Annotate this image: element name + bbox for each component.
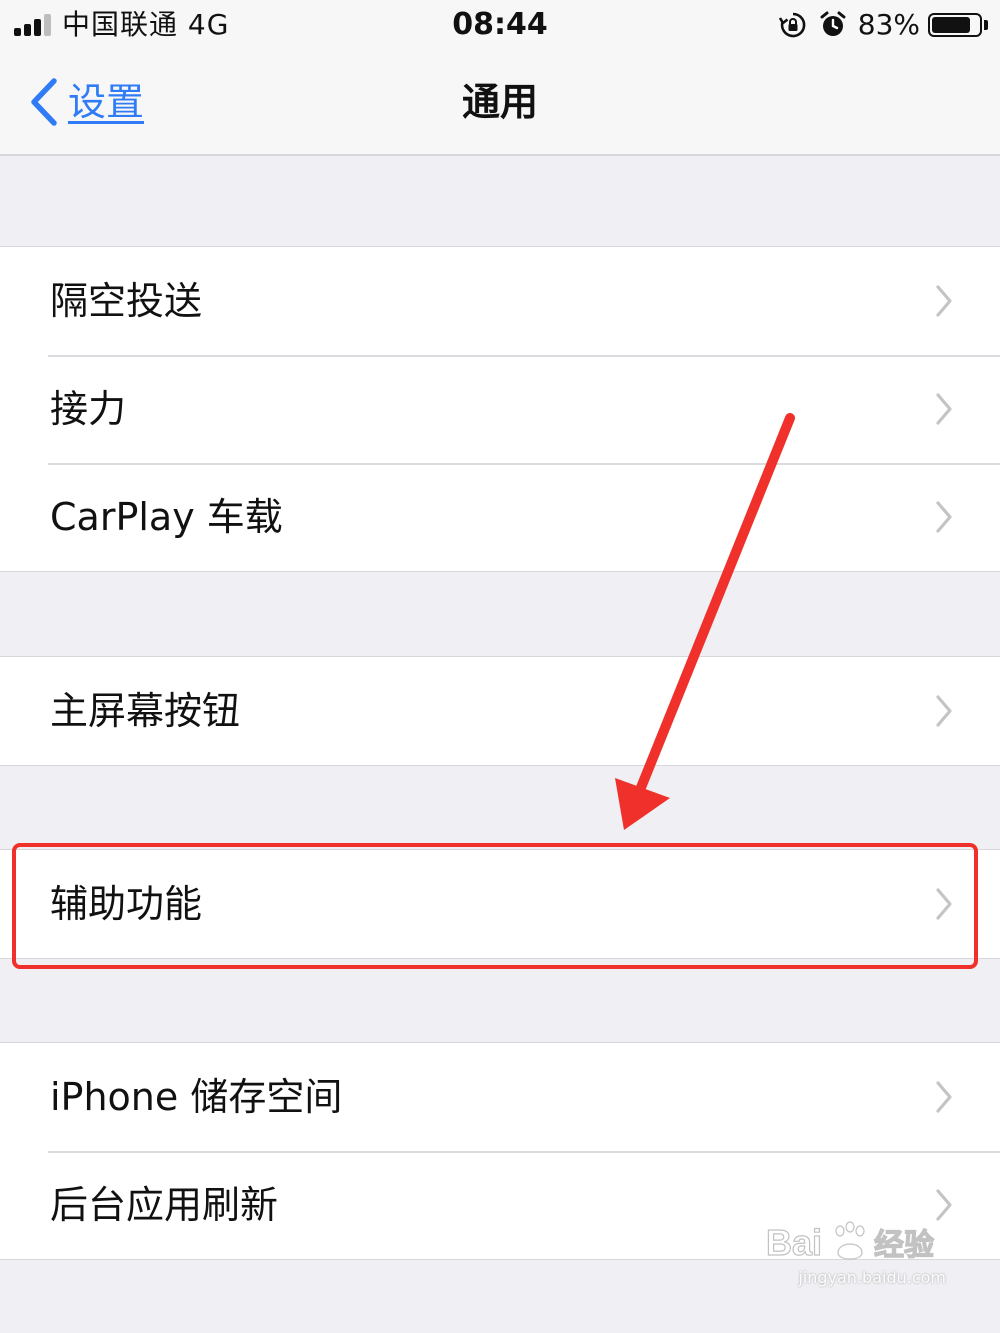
- settings-row-home-button[interactable]: 主屏幕按钮: [0, 657, 1000, 765]
- settings-row-label: 后台应用刷新: [50, 1183, 279, 1227]
- chevron-right-icon: [936, 501, 952, 533]
- battery-percent: 83%: [857, 8, 920, 41]
- chevron-right-icon: [936, 888, 952, 920]
- watermark-url: jingyan.baidu.com: [798, 1268, 946, 1287]
- chevron-right-icon: [936, 1081, 952, 1113]
- settings-row-handoff[interactable]: 接力: [0, 355, 1000, 463]
- settings-row-label: CarPlay 车载: [50, 495, 283, 539]
- settings-group-accessibility: 辅助功能: [0, 849, 1000, 959]
- settings-row-label: 辅助功能: [50, 882, 203, 926]
- status-indicators: 83%: [778, 7, 988, 43]
- chevron-right-icon: [936, 285, 952, 317]
- rotation-lock-icon: [778, 12, 806, 38]
- settings-row-label: 主屏幕按钮: [50, 689, 241, 733]
- settings-row-carplay[interactable]: CarPlay 车载: [0, 463, 1000, 571]
- status-bar: 中国联通 4G 08:44 83%: [0, 0, 1000, 50]
- navigation-bar: 设置 通用: [0, 50, 1000, 156]
- settings-row-label: 接力: [50, 387, 127, 431]
- settings-row-iphone-storage[interactable]: iPhone 储存空间: [0, 1043, 1000, 1151]
- chevron-right-icon: [936, 1189, 952, 1221]
- settings-row-airdrop[interactable]: 隔空投送: [0, 247, 1000, 355]
- page-title: 通用: [461, 80, 538, 124]
- chevron-right-icon: [936, 393, 952, 425]
- alarm-icon: [820, 11, 846, 36]
- settings-group-connectivity: 隔空投送 接力 CarPlay 车载: [0, 246, 1000, 572]
- settings-row-label: iPhone 储存空间: [50, 1075, 343, 1119]
- settings-row-background-refresh[interactable]: 后台应用刷新: [0, 1151, 1000, 1259]
- settings-group-home-button: 主屏幕按钮: [0, 656, 1000, 766]
- chevron-right-icon: [936, 695, 952, 727]
- settings-row-label: 隔空投送: [50, 279, 203, 323]
- battery-fill: [932, 17, 971, 33]
- battery-icon: [928, 13, 982, 37]
- settings-group-storage: iPhone 储存空间 后台应用刷新: [0, 1042, 1000, 1260]
- settings-row-accessibility[interactable]: 辅助功能: [0, 850, 1000, 958]
- battery-tip: [984, 20, 988, 30]
